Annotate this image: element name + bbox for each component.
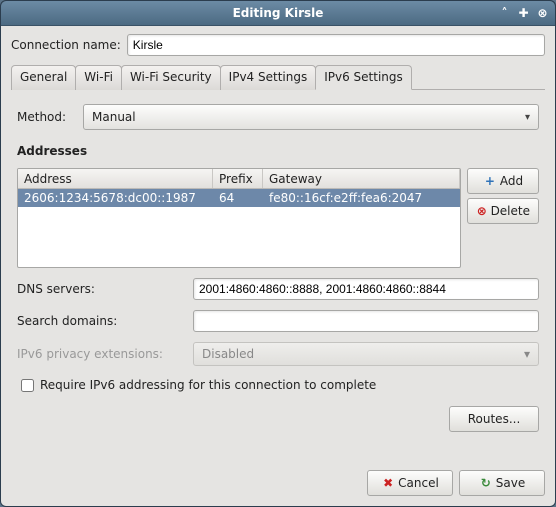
table-row[interactable]: 2606:1234:5678:dc00::1987 64 fe80::16cf:… bbox=[18, 189, 460, 207]
cancel-icon: ✖ bbox=[381, 476, 395, 490]
add-label: Add bbox=[500, 174, 523, 188]
connection-name-label: Connection name: bbox=[11, 38, 121, 52]
routes-label: Routes... bbox=[468, 412, 521, 426]
tab-bar: General Wi-Fi Wi-Fi Security IPv4 Settin… bbox=[11, 64, 545, 90]
close-icon[interactable]: ⊗ bbox=[534, 4, 551, 21]
search-domains-label: Search domains: bbox=[17, 314, 187, 328]
delete-icon: ⊗ bbox=[476, 204, 488, 218]
tab-wifi-security[interactable]: Wi-Fi Security bbox=[121, 65, 221, 90]
titlebar[interactable]: Editing Kirsle ˄ ✚ ⊗ bbox=[1, 1, 555, 26]
privacy-ext-select: Disabled ▾ bbox=[193, 342, 539, 366]
window-title: Editing Kirsle bbox=[233, 6, 324, 20]
chevron-down-icon: ▾ bbox=[525, 112, 530, 123]
routes-button[interactable]: Routes... bbox=[449, 406, 539, 432]
col-prefix[interactable]: Prefix bbox=[213, 169, 263, 188]
addresses-table[interactable]: Address Prefix Gateway 2606:1234:5678:dc… bbox=[17, 168, 461, 268]
col-address[interactable]: Address bbox=[18, 169, 213, 188]
save-button[interactable]: ↻ Save bbox=[459, 470, 545, 496]
tab-wifi[interactable]: Wi-Fi bbox=[75, 65, 122, 90]
dns-label: DNS servers: bbox=[17, 282, 187, 296]
search-domains-input[interactable] bbox=[193, 310, 539, 332]
cancel-label: Cancel bbox=[398, 476, 439, 490]
method-select[interactable]: Manual ▾ bbox=[83, 104, 539, 130]
tab-ipv6-settings[interactable]: IPv6 Settings bbox=[315, 65, 412, 90]
col-gateway[interactable]: Gateway bbox=[263, 169, 460, 188]
delete-button[interactable]: ⊗ Delete bbox=[467, 198, 539, 224]
cell-prefix: 64 bbox=[213, 190, 263, 206]
delete-label: Delete bbox=[491, 204, 530, 218]
chevron-down-icon: ▾ bbox=[524, 347, 530, 361]
addresses-title: Addresses bbox=[17, 144, 539, 158]
collapse-icon[interactable]: ˄ bbox=[496, 4, 513, 21]
tab-general[interactable]: General bbox=[11, 65, 76, 90]
add-button[interactable]: + Add bbox=[467, 168, 539, 194]
dns-input[interactable] bbox=[193, 278, 539, 300]
save-icon: ↻ bbox=[479, 476, 493, 490]
privacy-ext-label: IPv6 privacy extensions: bbox=[17, 347, 187, 361]
plus-icon: + bbox=[483, 174, 497, 188]
cell-address: 2606:1234:5678:dc00::1987 bbox=[18, 190, 213, 206]
cell-gateway: fe80::16cf:e2ff:fea6:2047 bbox=[263, 190, 460, 206]
method-value: Manual bbox=[92, 110, 136, 124]
tab-ipv4-settings[interactable]: IPv4 Settings bbox=[220, 65, 317, 90]
connection-name-input[interactable] bbox=[127, 34, 545, 56]
maximize-icon[interactable]: ✚ bbox=[515, 4, 532, 21]
save-label: Save bbox=[496, 476, 525, 490]
cancel-button[interactable]: ✖ Cancel bbox=[367, 470, 453, 496]
method-label: Method: bbox=[17, 110, 77, 124]
privacy-ext-value: Disabled bbox=[202, 347, 254, 361]
require-ipv6-label[interactable]: Require IPv6 addressing for this connect… bbox=[40, 378, 376, 392]
require-ipv6-checkbox[interactable] bbox=[21, 379, 34, 392]
